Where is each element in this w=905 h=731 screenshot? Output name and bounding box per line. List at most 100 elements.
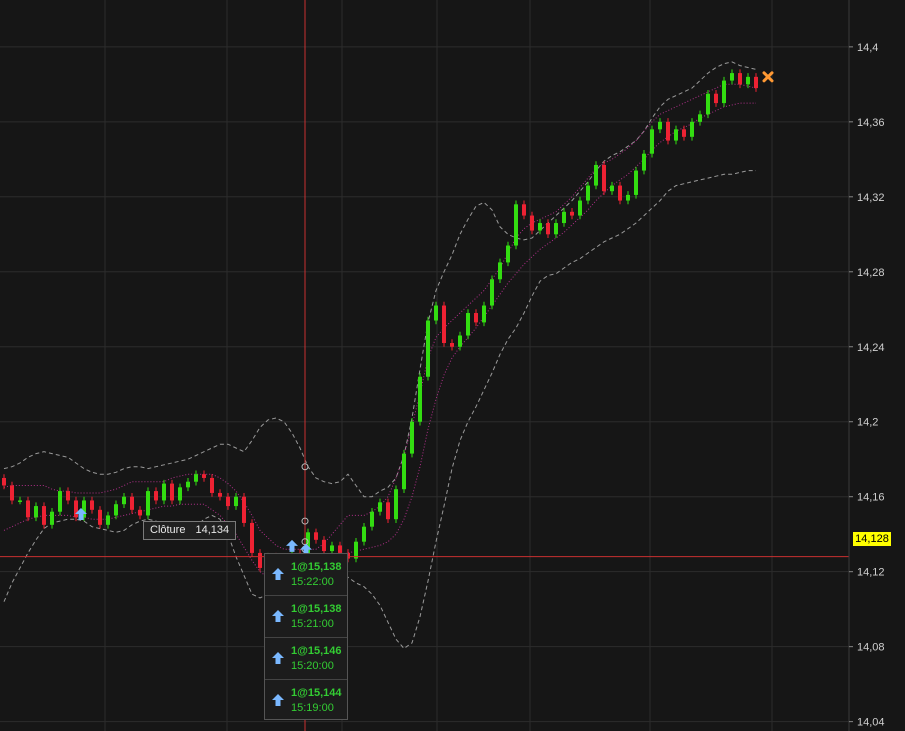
candle-body [730,73,734,81]
candle-body [234,496,238,507]
y-tick-label: 14,12 [857,567,885,579]
candle-body [194,474,198,482]
candle-body [402,453,406,490]
candle-body [466,313,470,336]
candle-body [482,305,486,323]
candle-body [162,483,166,501]
candle-body [210,477,214,493]
candle-body [714,93,718,104]
candle-body [458,335,462,347]
candle-body [18,500,22,502]
close-tooltip: Clôture 14,134 [143,521,237,540]
candle-body [338,545,342,553]
y-tick-label: 14,36 [857,117,885,129]
candle-body [666,121,670,141]
candle-body [594,164,598,186]
candle-body [154,491,158,501]
candle-body [42,506,46,525]
candle-body [602,164,606,192]
candle-body [442,305,446,344]
candle-body [378,502,382,512]
trade-list-popup[interactable]: 1@15,138 15:22:00 1@15,138 15:21:00 1@15… [264,553,348,720]
candle-body [618,185,622,201]
candle-body [98,509,102,525]
candle-body [658,121,662,130]
y-tick-label: 14,16 [857,492,885,504]
trade-item[interactable]: 1@15,144 15:19:00 [265,680,347,721]
trade-time: 15:20:00 [291,660,334,672]
trade-time: 15:19:00 [291,702,334,714]
candle-body [186,481,190,488]
y-tick-label: 14,28 [857,267,885,279]
candle-body [474,313,478,323]
candle-body [330,545,334,552]
candle-body [498,262,502,280]
y-tick-label: 14,08 [857,642,885,654]
candle-body [450,343,454,347]
grid [0,0,905,731]
candle-body [610,185,614,192]
trade-item[interactable]: 1@15,146 15:20:00 [265,638,347,680]
candle-body [122,496,126,505]
candle-body [146,491,150,516]
candle-body [258,552,262,568]
candle-body [386,502,390,520]
candle-body [578,200,582,216]
y-tick-label: 14,32 [857,192,885,204]
candle-body [354,541,358,559]
up-arrow-icon [272,652,284,664]
candle-body [50,511,54,525]
candle-body [250,522,254,553]
candle-body [66,491,70,501]
candle-body [570,211,574,216]
candle-body [514,204,518,246]
up-arrow-icon [272,694,284,706]
candle-body [754,76,758,89]
trade-qty: 1@15,144 [291,687,342,699]
candle-body [746,76,750,85]
candle-body [34,506,38,518]
candle-body [114,504,118,516]
candle-body [698,114,702,122]
candle-body [2,477,6,486]
trade-qty: 1@15,146 [291,645,342,657]
candle-body [554,223,558,235]
candle-body [650,129,654,154]
candle-body [410,421,414,454]
candle-body [314,532,318,540]
candle-body [370,511,374,527]
candle-body [426,320,430,377]
candle-body [106,515,110,525]
up-arrow-icon [272,568,284,580]
candle-body [322,539,326,552]
candle-body [26,500,30,518]
candle-body [634,170,638,195]
candle-body [138,509,142,516]
candle-body [538,223,542,231]
price-chart[interactable]: 4 14,414,3614,3214,2814,2414,214,1614,12… [0,0,905,731]
trade-qty: 1@15,138 [291,561,342,573]
trade-time: 15:21:00 [291,618,334,630]
candle-body [546,223,550,235]
y-tick-label: 14,4 [857,42,878,54]
candle-body [506,245,510,263]
candle-body [586,185,590,201]
candle-body [178,487,182,501]
candle-body [362,526,366,542]
trade-time: 15:22:00 [291,576,334,588]
trade-item[interactable]: 1@15,138 15:22:00 [265,554,347,596]
candle-body [226,496,230,507]
candle-body [90,500,94,510]
candle-body [418,376,422,422]
trade-item[interactable]: 1@15,138 15:21:00 [265,596,347,638]
y-tick-label: 14,2 [857,417,878,429]
candle-body [674,129,678,141]
candle-body [434,305,438,321]
candle-body [218,492,222,497]
candle-body [170,483,174,501]
candle-body [562,211,566,224]
current-price-tag: 14,128 [853,532,891,546]
candle-body [58,491,62,512]
plot-background [0,0,905,731]
candle-body [626,194,630,201]
